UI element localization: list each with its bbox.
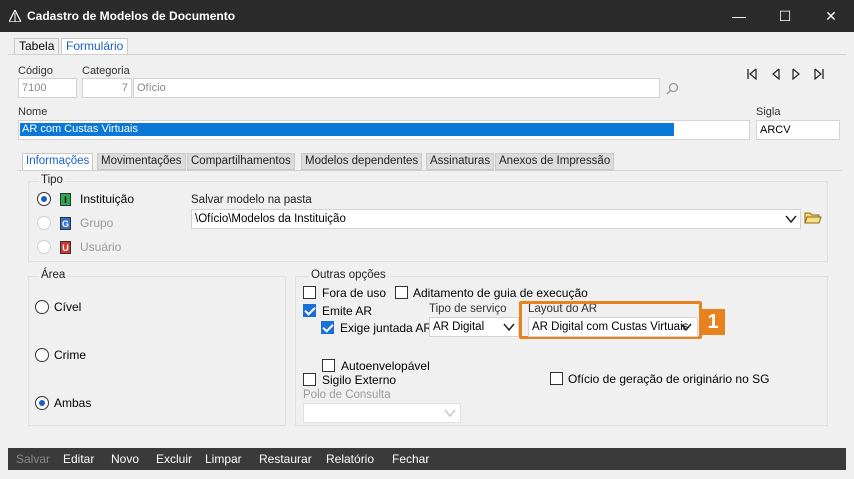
categoria-code-input[interactable]: 7: [82, 78, 132, 98]
chevron-down-icon[interactable]: [784, 212, 798, 226]
area-ambas-radio[interactable]: [35, 396, 49, 410]
tab-anexos-impressao[interactable]: Anexos de Impressão: [495, 153, 615, 170]
sigilo-externo-checkbox[interactable]: [303, 373, 316, 386]
instituicao-badge-icon: I: [60, 193, 71, 206]
limpar-button[interactable]: Limpar: [205, 452, 242, 466]
oficio-geracao-label: Ofício de geração de originário no SG: [568, 372, 770, 386]
nome-input[interactable]: AR com Custas Virtuais: [18, 120, 750, 140]
close-button[interactable]: ✕: [808, 0, 854, 32]
tab-formulario[interactable]: Formulário: [61, 38, 129, 55]
fechar-button[interactable]: Fechar: [392, 452, 429, 466]
tab-movimentacoes[interactable]: Movimentações: [97, 153, 186, 170]
tipo-servico-label: Tipo de serviço: [429, 303, 507, 315]
search-icon[interactable]: [666, 82, 679, 95]
sigla-label: Sigla: [756, 106, 781, 118]
usuario-badge-icon: U: [60, 241, 71, 254]
area-crime-radio[interactable]: [35, 348, 49, 362]
last-record-icon[interactable]: [812, 67, 826, 81]
emite-ar-label: Emite AR: [322, 304, 373, 318]
polo-consulta-label: Polo de Consulta: [303, 389, 391, 401]
sigilo-externo-label: Sigilo Externo: [322, 373, 397, 387]
area-title: Área: [39, 269, 68, 281]
polo-consulta-select[interactable]: [303, 403, 461, 423]
tab-divider: [8, 54, 846, 55]
novo-button[interactable]: Novo: [111, 452, 139, 466]
codigo-input[interactable]: 7100: [18, 78, 77, 98]
exige-juntada-label: Exige juntada AR: [340, 321, 433, 335]
sigla-input[interactable]: ARCV: [756, 120, 840, 140]
pasta-select[interactable]: \Ofício\Modelos da Instituição: [191, 209, 801, 229]
area-crime-label: Crime: [54, 348, 86, 362]
salvar-button[interactable]: Salvar: [16, 452, 50, 466]
area-civel-label: Cível: [54, 300, 82, 314]
fora-de-uso-checkbox[interactable]: [303, 286, 316, 299]
categoria-label: Categoria: [82, 65, 130, 77]
chevron-down-icon[interactable]: [679, 320, 693, 334]
title-bar: Cadastro de Modelos de Documento — ☐ ✕: [0, 0, 854, 32]
editar-button[interactable]: Editar: [63, 452, 94, 466]
inner-tab-divider: [18, 170, 842, 171]
tipo-grupo-label: Grupo: [80, 216, 114, 230]
app-icon: [9, 10, 21, 22]
chevron-down-icon[interactable]: [502, 320, 516, 334]
aditamento-label: Aditamento de guia de execução: [413, 286, 588, 300]
first-record-icon[interactable]: [745, 67, 759, 81]
layout-ar-select[interactable]: AR Digital com Custas Virtuais: [528, 317, 698, 337]
minimize-button[interactable]: —: [716, 0, 762, 32]
chevron-down-icon[interactable]: [443, 406, 457, 420]
action-toolbar: Salvar Editar Novo Excluir Limpar Restau…: [8, 448, 846, 470]
tipo-grupo-radio[interactable]: [37, 216, 51, 230]
step-callout-badge: 1: [701, 309, 725, 335]
nome-label: Nome: [18, 106, 48, 118]
grupo-badge-icon: G: [60, 217, 71, 230]
excluir-button[interactable]: Excluir: [156, 452, 192, 466]
restaurar-button[interactable]: Restaurar: [259, 452, 312, 466]
aditamento-checkbox[interactable]: [395, 286, 408, 299]
tab-compartilhamentos[interactable]: Compartilhamentos: [187, 153, 295, 170]
fora-de-uso-label: Fora de uso: [322, 286, 387, 300]
nome-selected-text: AR com Custas Virtuais: [20, 123, 674, 136]
area-civel-radio[interactable]: [35, 300, 49, 314]
relatorio-button[interactable]: Relatório: [326, 452, 374, 466]
previous-record-icon[interactable]: [769, 67, 783, 81]
pasta-label: Salvar modelo na pasta: [191, 194, 312, 206]
categoria-name-input[interactable]: Ofício: [133, 78, 660, 98]
autoenvelopavel-checkbox[interactable]: [322, 359, 335, 372]
tipo-usuario-radio[interactable]: [37, 240, 51, 254]
folder-open-icon[interactable]: [804, 209, 822, 226]
next-record-icon[interactable]: [789, 67, 803, 81]
window-title: Cadastro de Modelos de Documento: [27, 9, 236, 23]
exige-juntada-checkbox[interactable]: [321, 321, 334, 334]
autoenvelopavel-label: Autoenvelopável: [341, 359, 430, 373]
tab-informacoes[interactable]: Informações: [22, 153, 94, 170]
tab-modelos-dependentes[interactable]: Modelos dependentes: [301, 153, 423, 170]
tipo-usuario-label: Usuário: [80, 240, 122, 254]
tab-tabela[interactable]: Tabela: [14, 38, 60, 55]
tab-assinaturas[interactable]: Assinaturas: [426, 153, 495, 170]
area-ambas-label: Ambas: [54, 396, 92, 410]
oficio-geracao-checkbox[interactable]: [550, 372, 563, 385]
emite-ar-checkbox[interactable]: [303, 304, 316, 317]
maximize-button[interactable]: ☐: [762, 0, 808, 32]
tipo-instituicao-radio[interactable]: [37, 192, 51, 206]
form-window: Tabela Formulário Código 7100 Categoria …: [0, 32, 854, 479]
tipo-instituicao-label: Instituição: [80, 192, 135, 206]
codigo-label: Código: [18, 65, 53, 77]
outras-opcoes-title: Outras opções: [309, 269, 388, 281]
tipo-title: Tipo: [39, 174, 65, 186]
